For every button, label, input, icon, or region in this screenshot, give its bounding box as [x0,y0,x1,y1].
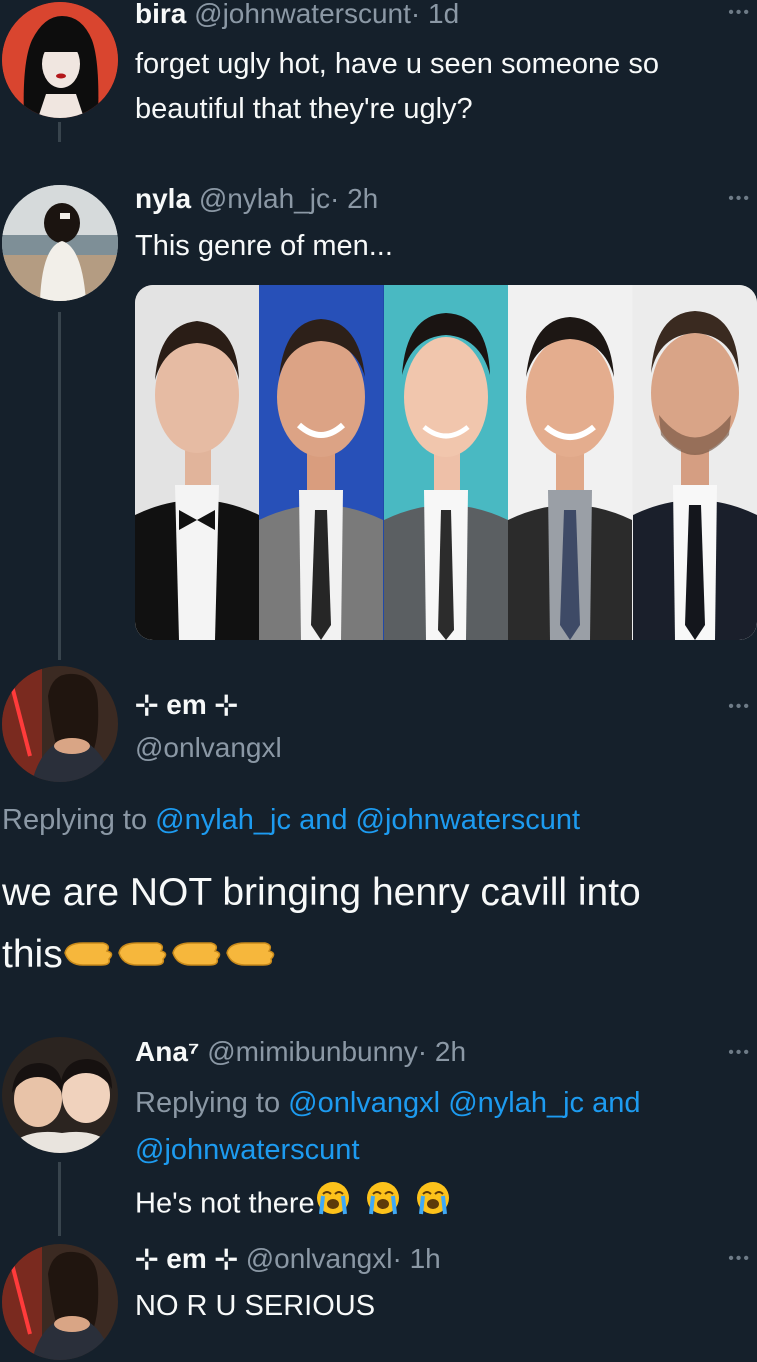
more-horizontal-icon[interactable]: ••• [728,4,751,22]
tweet-media[interactable] [135,285,757,640]
timestamp[interactable]: · 2h [418,1036,466,1067]
mention-link[interactable]: @nylah_jc [448,1087,584,1119]
fist-emoji-icon [63,926,279,988]
display-name[interactable]: nyla [135,183,191,214]
handle[interactable]: @nylah_jc [199,183,330,214]
timestamp[interactable]: · 2h [330,183,378,214]
media-portrait [632,285,757,640]
replying-to: Replying to @onlvangxl @nylah_jc and @jo… [135,1080,640,1174]
mention-link[interactable]: @johnwaterscunt [135,1127,640,1174]
media-portrait [135,285,260,640]
tweet-text-word: He's not there [135,1187,315,1220]
handle[interactable]: @onlvangxl [135,732,282,764]
tweet-text-line: this [2,924,641,988]
loudly-crying-face-icon [315,1180,451,1230]
tweet-text-word: this [2,933,63,976]
thread-line [58,122,61,142]
tweet-text: we are NOT bringing henry cavill into th… [2,862,641,988]
tweet-text-line: beautiful that they're ugly? [135,93,473,125]
tweet-text: forget ugly hot, have u seen someone so … [135,42,659,132]
timestamp[interactable]: · 1d [411,0,459,29]
thread-line [58,1162,61,1236]
tweet-text-line: forget ugly hot, have u seen someone so [135,48,659,80]
mention-link[interactable]: @onlvangxl [288,1087,440,1119]
handle[interactable]: @onlvangxl [246,1243,393,1274]
replying-and: and [299,804,348,836]
avatar-bira[interactable] [2,2,118,118]
display-name[interactable]: ⊹ em ⊹ [135,1243,238,1274]
tweet-header: Ana⁷ @mimibunbunny· 2h [135,1036,466,1068]
display-name[interactable]: Ana⁷ [135,1036,199,1067]
timestamp[interactable]: · 1h [392,1243,440,1274]
replying-and: and [592,1087,641,1119]
mention-link[interactable]: @johnwaterscunt [356,804,581,836]
handle[interactable]: @johnwaterscunt [194,0,411,29]
media-portrait [383,285,509,640]
more-horizontal-icon[interactable]: ••• [728,1250,751,1268]
avatar-em[interactable] [2,666,118,782]
more-horizontal-icon[interactable]: ••• [728,190,751,208]
more-horizontal-icon[interactable]: ••• [728,1044,751,1062]
tweet-text: He's not there [135,1180,451,1230]
media-portrait [508,285,633,640]
tweet-text: NO R U SERIOUS [135,1290,376,1322]
avatar-ana[interactable] [2,1037,118,1153]
tweet-text-line: we are NOT bringing henry cavill into [2,871,641,914]
media-portrait [259,285,384,640]
avatar-nyla[interactable] [2,185,118,301]
tweet-header: ⊹ em ⊹ [135,688,238,721]
display-name[interactable]: bira [135,0,186,29]
tweet-header: nyla @nylah_jc· 2h [135,183,378,215]
display-name[interactable]: ⊹ em ⊹ [135,689,238,720]
more-horizontal-icon[interactable]: ••• [728,698,751,716]
avatar-em[interactable] [2,1244,118,1360]
replying-prefix: Replying to [2,804,148,836]
replying-prefix: Replying to [135,1087,281,1119]
replying-to: Replying to @nylah_jc and @johnwaterscun… [2,804,580,837]
mention-link[interactable]: @nylah_jc [155,804,291,836]
tweet-header: bira @johnwaterscunt· 1d [135,0,459,30]
tweet-header: ⊹ em ⊹ @onlvangxl· 1h [135,1242,441,1275]
tweet-text: This genre of men... [135,230,393,262]
handle[interactable]: @mimibunbunny [207,1036,418,1067]
thread-line [58,312,61,660]
